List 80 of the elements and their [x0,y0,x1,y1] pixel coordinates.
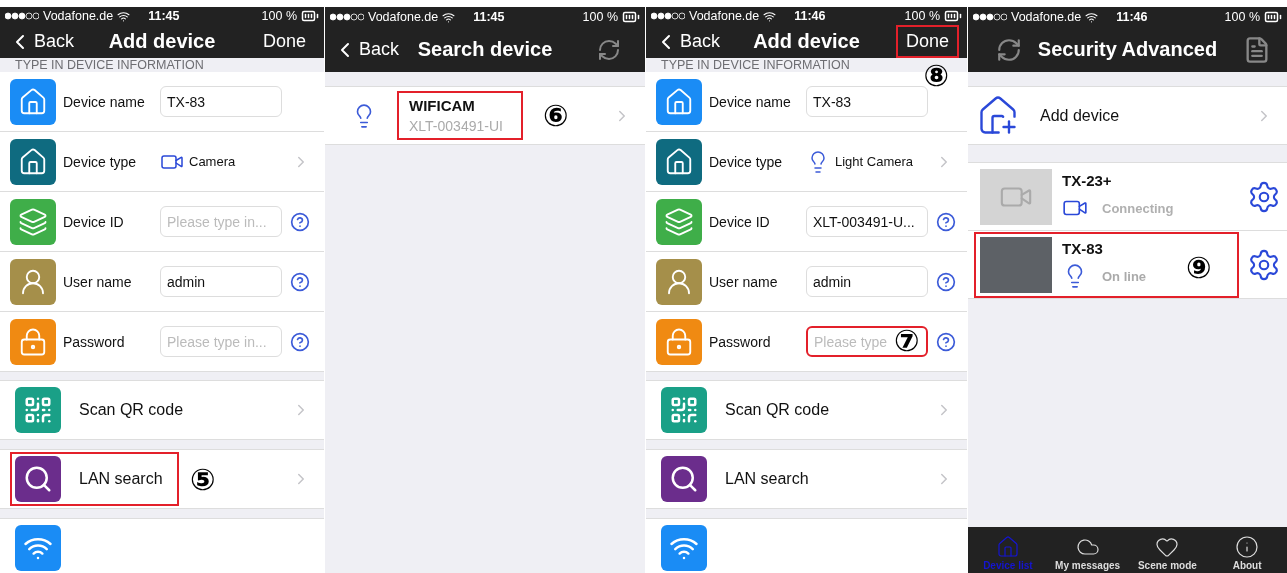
field-label: Password [709,333,772,350]
screen-title: Security Advanced [1037,38,1218,61]
done-button[interactable]: Done [895,25,959,58]
status-time: 11:45 [473,10,505,24]
field-label: Device ID [63,213,125,230]
section-header: TYPE IN DEVICE INFORMATION [660,58,851,72]
battery-percent: 100 % [904,9,940,23]
field-label: Device type [63,153,138,170]
menu-item-label[interactable]: LAN search [79,470,163,488]
help-icon[interactable] [936,331,956,352]
battery-percent: 100 % [582,10,618,24]
status-time: 11:46 [1116,10,1148,24]
device-type-select[interactable]: Light Camera [806,149,914,174]
input-field[interactable]: admin [806,266,928,297]
signal-icon [651,12,685,20]
done-button[interactable]: Done [252,25,316,58]
device-name: WIFICAM [409,97,476,114]
input-field[interactable]: XLT-003491-U... [806,206,928,237]
field-label: User name [63,273,133,290]
step-number: ⑨ [1186,253,1212,283]
menu-item-label[interactable]: LAN search [725,470,809,488]
device-name: TX-23+ [1062,172,1113,189]
tab[interactable]: About [1207,527,1287,573]
back-button[interactable]: Back [333,37,400,62]
field-label: User name [709,273,779,290]
wifi-icon [763,9,777,23]
back-button[interactable]: Back [654,29,721,54]
tab[interactable]: My messages [1047,527,1128,573]
device-type-select[interactable]: Camera [160,149,236,174]
device-id: XLT-003491-UI [409,118,503,134]
signal-icon [5,12,39,20]
info-icon [1235,535,1260,559]
settings-icon[interactable] [1247,247,1281,282]
signal-icon [330,13,364,21]
wifi-icon [1085,10,1099,24]
input-field[interactable]: TX-83 [160,86,282,117]
field-label: Device type [709,153,784,170]
wifi-icon [117,9,131,23]
refresh-icon[interactable] [597,37,621,62]
input-field[interactable]: admin [160,266,282,297]
field-label: Device name [709,93,792,110]
refresh-icon[interactable] [996,36,1022,63]
field-label: Device ID [709,213,771,230]
signal-icon [973,13,1007,21]
battery-percent: 100 % [261,9,297,23]
carrier-name: Vodafone.de [43,9,114,23]
device-name: TX-83 [1062,240,1104,257]
battery-percent: 100 % [1224,10,1260,24]
carrier-name: Vodafone.de [368,10,439,24]
status-time: 11:45 [148,9,180,23]
menu-item-label[interactable]: Scan QR code [79,401,184,419]
status-time: 11:46 [794,9,826,23]
device-status: Connecting [1102,200,1174,216]
help-icon[interactable] [290,331,310,352]
section-header: TYPE IN DEVICE INFORMATION [14,58,205,72]
heart-icon [1155,535,1180,559]
house-icon [995,535,1020,559]
search-result[interactable]: WIFICAM XLT-003491-UI [397,91,523,140]
help-icon[interactable] [936,211,956,232]
step-number: ⑥ [543,101,569,131]
menu-item-label[interactable]: Scan QR code [725,401,830,419]
back-button[interactable]: Back [8,29,75,54]
field-label: Password [63,333,126,350]
screen-title: Add device [753,30,860,53]
screen-title: Add device [108,30,216,53]
add-device-label[interactable]: Add device [1040,106,1120,125]
device-status: On line [1102,268,1147,284]
input-field[interactable]: TX-83 [806,86,928,117]
help-icon[interactable] [290,211,310,232]
help-icon[interactable] [290,271,310,292]
wifi-icon [442,10,456,24]
carrier-name: Vodafone.de [689,9,760,23]
carrier-name: Vodafone.de [1011,10,1082,24]
tab[interactable]: Scene mode [1127,527,1208,573]
field-label: Device name [63,93,146,110]
settings-icon[interactable] [1247,179,1281,214]
step-number: ⑦ [894,326,920,356]
help-icon[interactable] [936,271,956,292]
screen-title: Search device [417,38,553,61]
step-number: ⑤ [190,465,216,495]
